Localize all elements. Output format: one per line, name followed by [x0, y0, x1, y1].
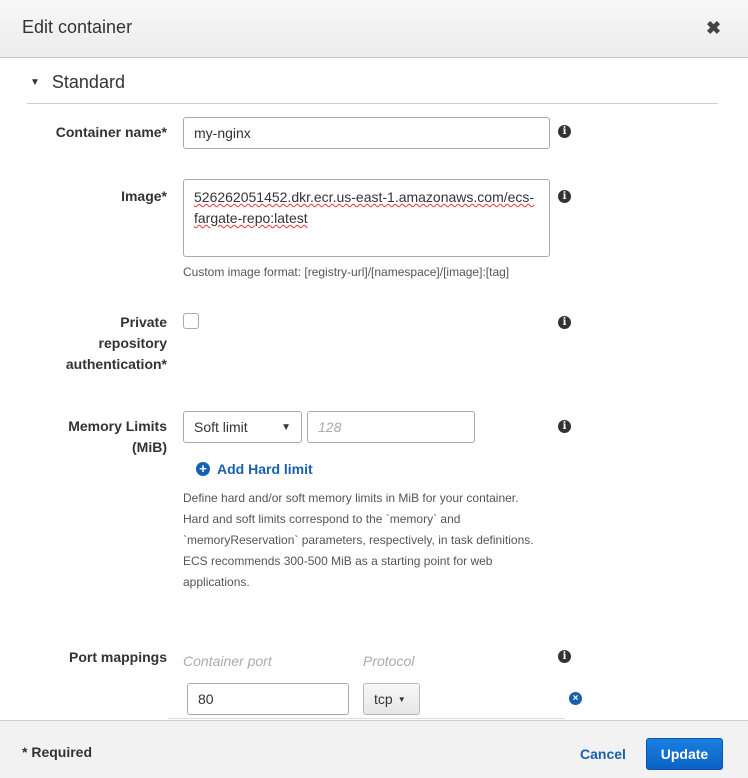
memory-help: Define hard and/or soft memory limits in… [183, 488, 534, 593]
image-line-2: fargate-repo:latest [194, 210, 308, 226]
container-name-label: Container name* [55, 124, 167, 140]
image-textarea[interactable]: 526262051452.dkr.ecr.us-east-1.amazonaws… [183, 179, 550, 257]
info-icon[interactable]: i [558, 190, 571, 203]
memory-label: Memory Limits (MiB) [68, 416, 167, 458]
memory-limit-input[interactable]: 128 [307, 411, 475, 443]
label-line: Memory Limits [68, 418, 167, 434]
image-hint: Custom image format: [registry-url]/[nam… [183, 265, 510, 279]
help-line: Define hard and/or soft memory limits in… [183, 491, 519, 505]
private-repo-label: Private repository authentication* [66, 312, 167, 375]
help-line: `memoryReservation` parameters, respecti… [183, 533, 534, 547]
help-line: Hard and soft limits correspond to the `… [183, 512, 461, 526]
dialog-title: Edit container [22, 17, 133, 37]
container-name-input[interactable]: my-nginx [183, 117, 550, 149]
label-line: Private [120, 314, 167, 330]
add-hard-limit-link[interactable]: + Add Hard limit [196, 461, 313, 477]
add-hard-limit-label: Add Hard limit [217, 461, 313, 477]
label-line: authentication* [65, 356, 167, 372]
info-icon[interactable]: i [558, 316, 571, 329]
section-standard-toggle[interactable]: ▼ Standard [30, 72, 125, 93]
container-port-input[interactable]: 80 [187, 683, 349, 715]
select-value: Soft limit [194, 419, 248, 435]
divider [168, 718, 565, 719]
image-line-1: 526262051452.dkr.ecr.us-east-1.amazonaws… [194, 189, 535, 205]
select-value: tcp [374, 691, 393, 707]
port-mappings-label: Port mappings [68, 649, 167, 665]
close-icon[interactable]: ✖ [706, 18, 721, 39]
info-icon[interactable]: i [558, 650, 571, 663]
caret-down-icon: ▼ [397, 694, 406, 704]
info-icon[interactable]: i [558, 125, 571, 138]
required-note: * Required [22, 744, 93, 760]
label-line: (MiB) [132, 439, 167, 455]
container-port-header: Container port [183, 653, 272, 669]
help-line: ECS recommends 300-500 MiB as a starting… [183, 554, 493, 568]
private-repo-checkbox[interactable] [183, 313, 199, 329]
protocol-header: Protocol [363, 653, 415, 669]
remove-port-icon[interactable]: × [569, 692, 582, 705]
divider [27, 103, 718, 104]
section-title: Standard [51, 72, 125, 92]
image-label: Image* [121, 188, 167, 204]
memory-limit-type-select[interactable]: Soft limit ▼ [183, 411, 302, 443]
help-line: applications. [183, 575, 250, 589]
caret-down-icon: ▼ [281, 421, 291, 433]
cancel-button[interactable]: Cancel [580, 746, 626, 762]
plus-circle-icon: + [196, 462, 210, 476]
info-icon[interactable]: i [558, 420, 571, 433]
dialog-footer [0, 720, 748, 778]
protocol-select[interactable]: tcp ▼ [363, 683, 420, 715]
update-button[interactable]: Update [646, 738, 723, 770]
label-line: repository [98, 335, 167, 351]
caret-down-icon: ▼ [30, 77, 40, 88]
